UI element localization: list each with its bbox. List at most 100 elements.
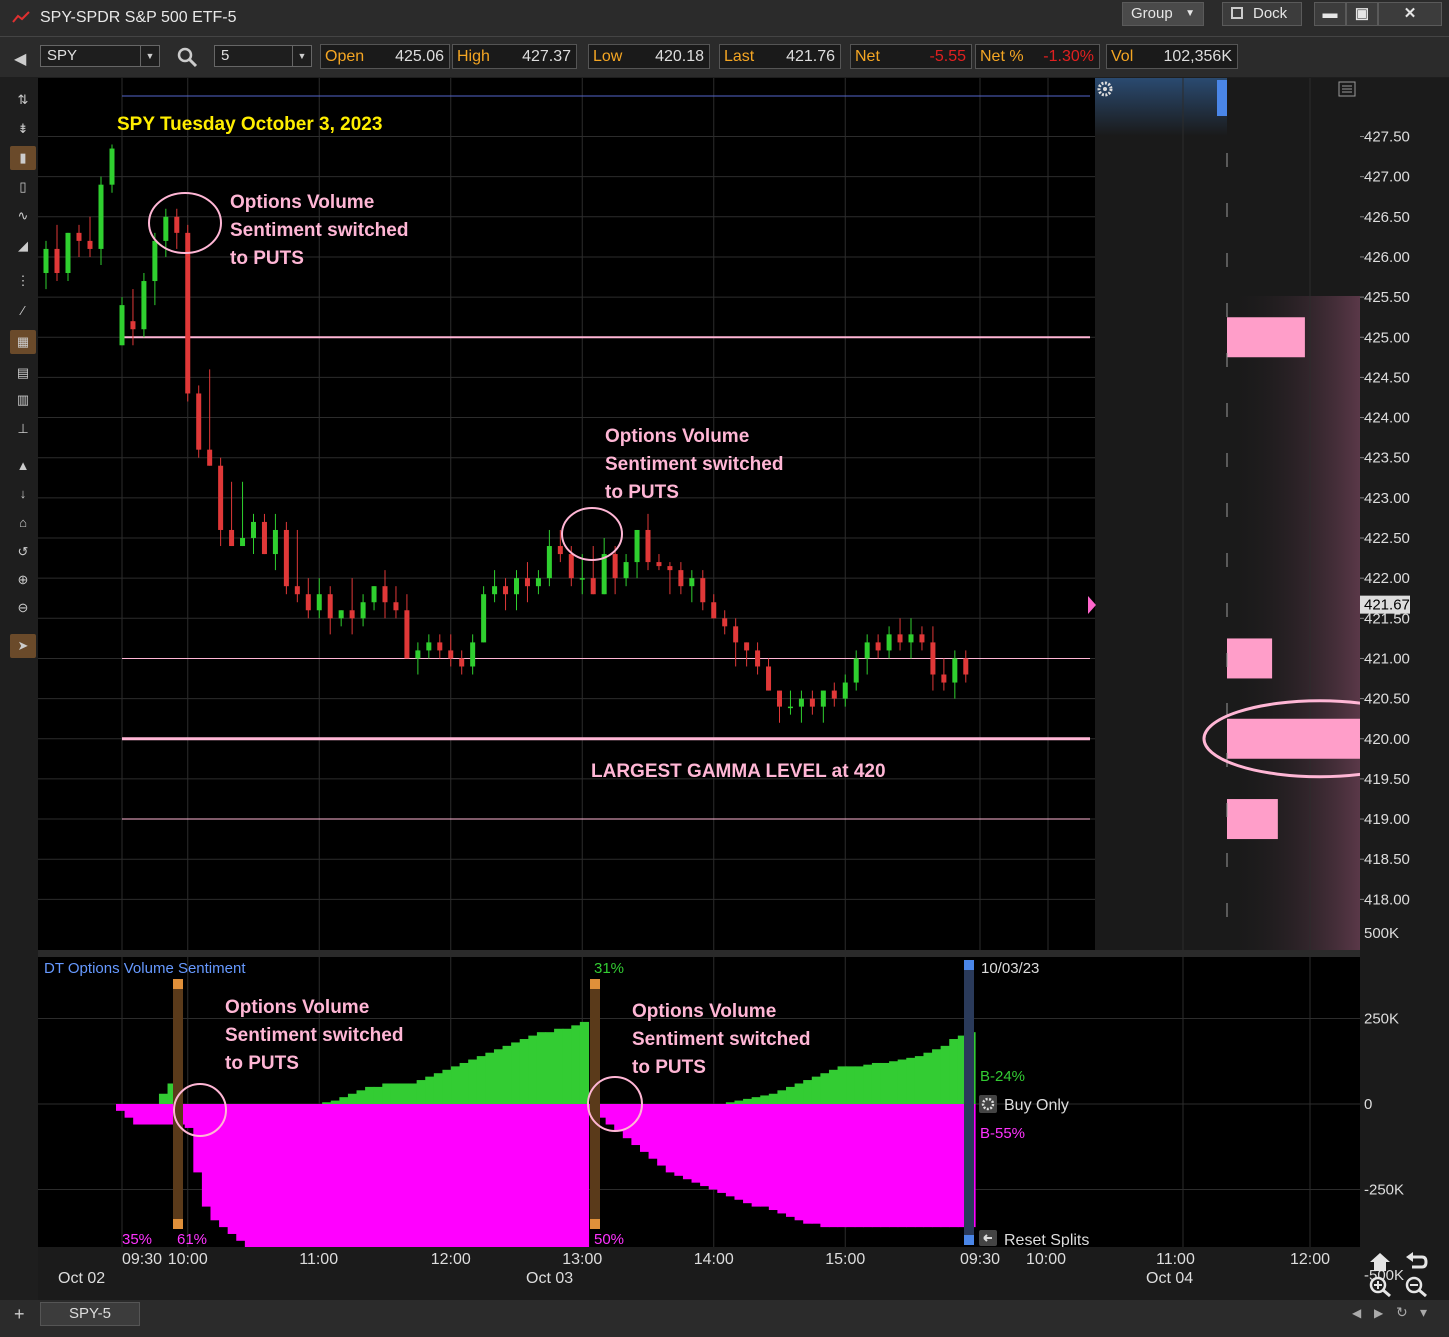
calls-bar [932,1049,942,1104]
candle-body [415,650,421,659]
puts-bar [674,1104,684,1176]
scroll-up-icon[interactable]: ▲ [10,454,36,478]
search-icon[interactable] [176,46,198,68]
table-icon[interactable]: ▤ [10,361,36,385]
candle-body [382,586,388,603]
drawing-tool-icon[interactable]: ∕ [10,299,36,323]
zoom-out-icon[interactable] [1404,1275,1428,1297]
calls-bar [365,1086,375,1104]
home-icon[interactable]: ⌂ [10,511,36,535]
gamma-scroll-thumb[interactable] [1217,80,1227,116]
puts-bar [682,1104,693,1180]
candle-body [327,594,333,619]
area-chart-icon[interactable]: ◢ [10,234,36,258]
home-icon[interactable] [1368,1251,1392,1273]
buy-only-label[interactable]: Buy Only [1004,1097,1069,1114]
minimize-button[interactable]: ▬ [1314,2,1346,26]
line-chart-icon[interactable]: ∿ [10,204,36,228]
candle-body [43,248,49,274]
tab-spy-5[interactable]: SPY-5 [40,1302,140,1326]
undo-icon[interactable] [1404,1251,1428,1273]
candle-body [700,578,706,603]
crosshair-icon[interactable]: ⇅ [10,88,36,112]
maximize-button[interactable]: ▣ [1346,2,1378,26]
quote-value: 421.76 [786,48,835,65]
grid-small-icon[interactable]: ▥ [10,388,36,412]
puts-bar [511,1104,521,1337]
symbol-combo[interactable]: SPY ▼ [40,45,160,67]
price-chart[interactable]: SPY Tuesday October 3, 2023 Options Volum… [38,78,1438,950]
candlestick-icon[interactable]: ▮ [10,146,36,170]
candle-body [886,634,892,651]
zoom-out-icon[interactable]: ⊖ [10,596,36,620]
candle-body [76,232,82,241]
sentiment-chart[interactable]: DT Options Volume Sentiment 10/03/23 B-24%… [38,932,1360,1337]
scroll-right-icon[interactable]: ▶ [1374,1306,1383,1320]
split-handle[interactable] [590,979,600,989]
puts-bar [116,1104,126,1111]
split-handle[interactable] [173,979,183,989]
calls-bar [820,1073,830,1104]
add-tab-button[interactable]: + [14,1304,25,1325]
indicator-panel[interactable]: DT Options Volume Sentiment 10/03/23 B-24%… [38,932,1360,1337]
last-price-label: 421.67 [1364,597,1410,614]
zoom-in-icon[interactable] [1368,1275,1392,1297]
price-chart-panel[interactable]: SPY Tuesday October 3, 2023 Options Volum… [38,78,1438,950]
gamma-profile-header [1095,78,1227,136]
puts-bar [279,1104,289,1275]
horizontal-line-icon[interactable]: ⊥ [10,417,36,441]
split-handle[interactable] [173,1219,183,1229]
symbol-bar: ◀ SPY ▼ 5 ▼ Open 425.06 High 427.37 Low 420.18 L… [0,37,1449,77]
candle-body [535,578,541,587]
puts-bar [828,1104,839,1228]
panel-separator[interactable] [38,950,1360,957]
split-handle[interactable] [590,1219,600,1229]
puts-bar [734,1104,744,1200]
session-split-bar[interactable] [590,979,600,1229]
puts-bar [708,1104,718,1190]
time-tick-label: 09:30 [122,1251,162,1268]
price-tick-label: 423.00 [1364,490,1410,507]
cursor-data-icon[interactable]: ⇟ [10,117,36,141]
gear-icon[interactable] [979,1095,997,1113]
chart-title: SPY Tuesday October 3, 2023 [117,114,382,135]
bar-chart-icon[interactable]: ▯ [10,175,36,199]
puts-bar [923,1104,933,1228]
group-dropdown[interactable]: Group ▼ [1122,2,1204,26]
puts-bar [304,1104,315,1296]
quote-value: 102,356K [1163,48,1232,65]
select-arrow-icon[interactable]: ➤ [10,634,36,658]
scroll-small-icon[interactable]: ↓ [10,482,36,506]
current-split-bar[interactable] [964,960,974,1245]
split-handle[interactable] [964,1235,974,1245]
volume-tick-label: -250K [1364,1182,1404,1199]
indicators-icon[interactable]: ⋮ [10,269,36,293]
refresh-icon[interactable]: ↻ [1396,1304,1408,1321]
tab-menu-icon[interactable]: ▾ [1420,1304,1427,1321]
chevron-down-icon[interactable]: ▼ [140,46,159,66]
split-handle[interactable] [964,960,974,970]
calls-bar [923,1052,933,1104]
puts-bar [201,1104,212,1207]
price-tick-label: 418.50 [1364,851,1410,868]
puts-bar [399,1104,409,1337]
puts-bar [571,1104,581,1337]
scroll-left-icon[interactable]: ◀ [1352,1306,1361,1320]
zoom-in-icon[interactable]: ⊕ [10,568,36,592]
close-button[interactable]: ✕ [1378,2,1442,26]
chevron-down-icon: ▼ [1185,8,1195,19]
puts-bar [425,1104,435,1337]
undo-icon[interactable]: ↺ [10,540,36,564]
reset-splits-label[interactable]: Reset Splits [1004,1232,1089,1249]
reset-icon[interactable] [979,1230,997,1246]
chevron-down-icon[interactable]: ▼ [292,46,311,66]
candle-body [65,232,71,274]
grid-icon[interactable]: ▦ [10,330,36,354]
candle-body [163,216,169,241]
calls-bar [811,1076,821,1104]
puts-bar [622,1104,632,1139]
price-tick-label: 424.00 [1364,410,1410,427]
back-arrow-icon[interactable]: ◀ [14,49,26,69]
interval-combo[interactable]: 5 ▼ [214,45,312,67]
dock-button[interactable]: Dock [1222,2,1302,26]
